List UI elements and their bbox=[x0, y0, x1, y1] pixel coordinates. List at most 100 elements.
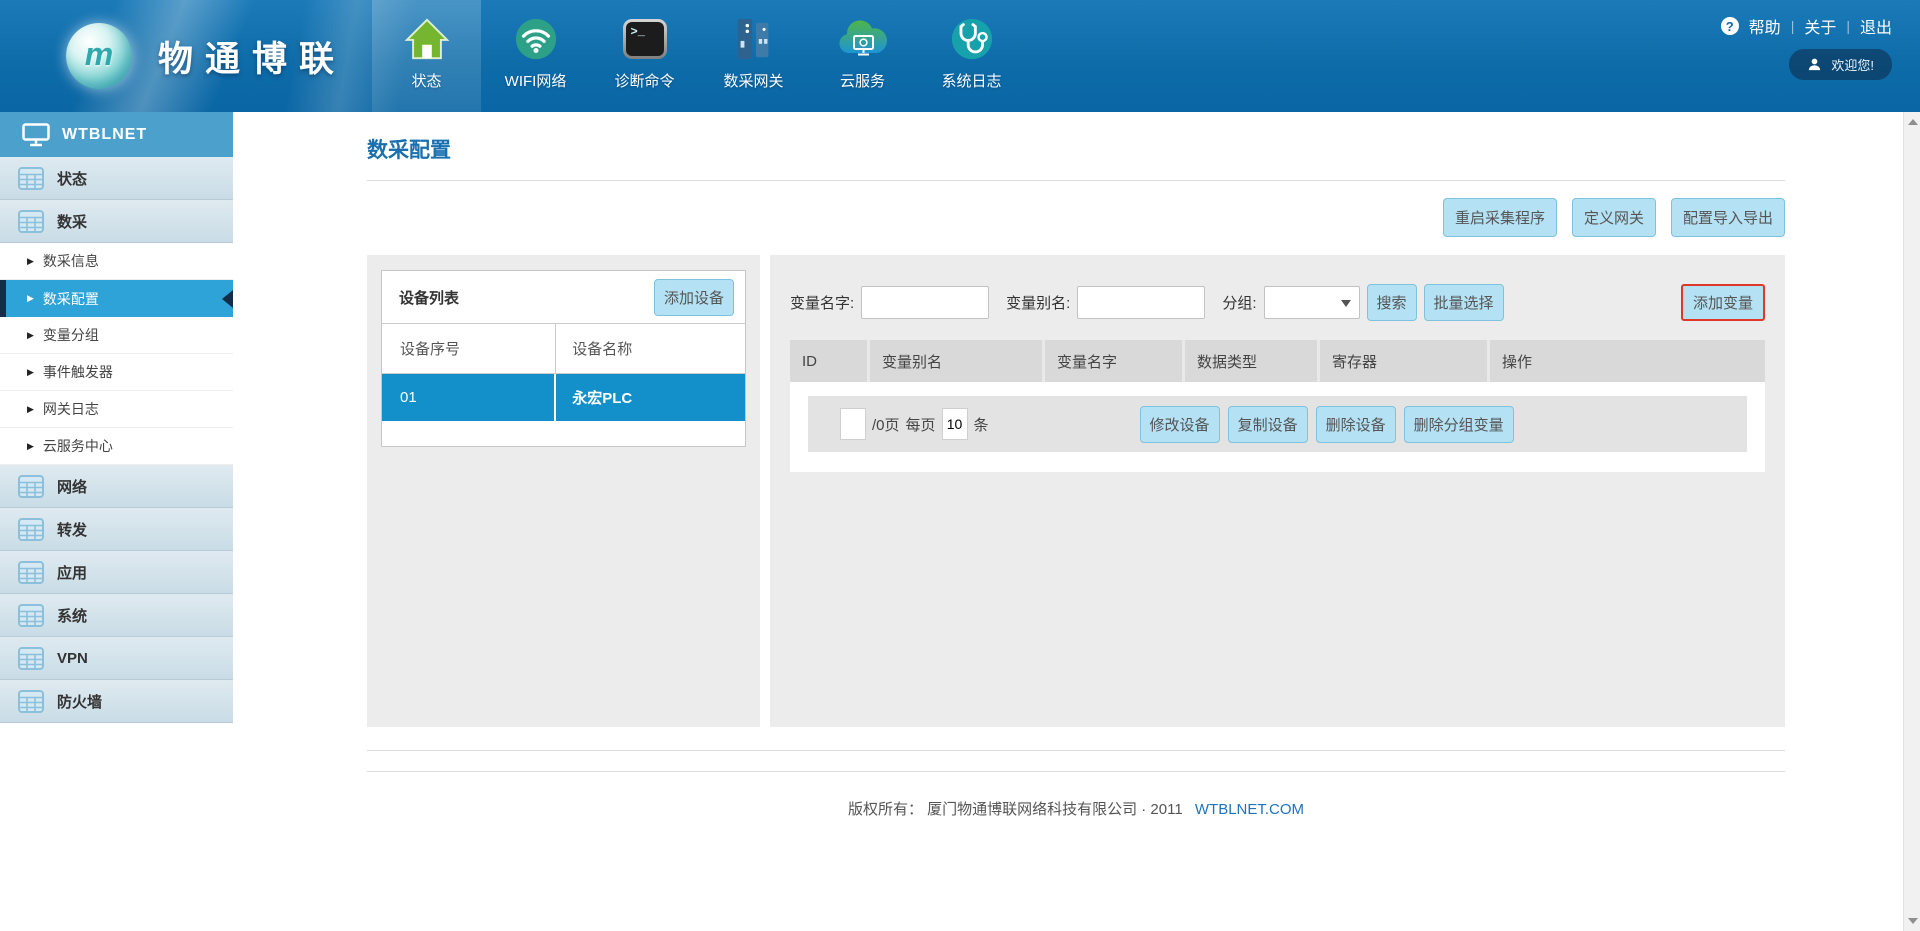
sidebar: WTBLNET 状态 数采 ▶ 数采信息 ▶ 数采配置 ▶ 变量分组 ▶ 事件触… bbox=[0, 112, 233, 931]
tab-label: 诊断命令 bbox=[614, 70, 674, 91]
restart-collector-button[interactable]: 重启采集程序 bbox=[1443, 198, 1557, 237]
sidebar-item-collection-config[interactable]: ▶ 数采配置 bbox=[0, 280, 233, 317]
batch-select-button[interactable]: 批量选择 bbox=[1424, 284, 1504, 321]
sidebar-item-firewall[interactable]: 防火墙 bbox=[0, 680, 233, 723]
sidebar-item-collection-info[interactable]: ▶ 数采信息 bbox=[0, 243, 233, 280]
sidebar-item-status[interactable]: 状态 bbox=[0, 157, 233, 200]
add-device-button[interactable]: 添加设备 bbox=[654, 279, 734, 316]
about-link[interactable]: 关于 bbox=[1804, 14, 1836, 38]
grid-icon bbox=[18, 518, 44, 541]
caret-right-icon: ▶ bbox=[27, 441, 34, 452]
tab-wifi-network[interactable]: WIFI网络 bbox=[481, 0, 590, 112]
tab-data-gateway[interactable]: 数采网关 bbox=[699, 0, 808, 112]
chevron-down-icon bbox=[1341, 300, 1351, 307]
sidebar-item-label: 应用 bbox=[57, 562, 87, 583]
title-divider bbox=[367, 180, 1785, 181]
cloud-monitor-icon bbox=[837, 10, 889, 68]
gateway-servers-icon bbox=[731, 10, 777, 68]
device-name-cell: 永宏PLC bbox=[556, 374, 745, 421]
device-no-cell: 01 bbox=[382, 374, 556, 421]
grid-icon bbox=[18, 604, 44, 627]
monitor-icon bbox=[22, 123, 50, 147]
sidebar-item-vpn[interactable]: VPN bbox=[0, 637, 233, 680]
col-actions: 操作 bbox=[1490, 340, 1765, 382]
delete-device-button[interactable]: 删除设备 bbox=[1316, 406, 1396, 443]
welcome-pill[interactable]: 欢迎您! bbox=[1789, 49, 1892, 80]
sidebar-item-label: VPN bbox=[57, 650, 88, 667]
variable-alias-label: 变量别名: bbox=[1006, 292, 1070, 313]
per-page-unit: 条 bbox=[974, 414, 989, 435]
device-no-column-header: 设备序号 bbox=[382, 324, 556, 373]
grid-icon bbox=[18, 167, 44, 190]
device-list-title: 设备列表 bbox=[399, 287, 459, 308]
tab-label: 云服务 bbox=[840, 70, 885, 91]
footer-divider bbox=[367, 750, 1785, 751]
sidebar-item-label: 转发 bbox=[57, 519, 87, 540]
variable-alias-input[interactable] bbox=[1077, 286, 1205, 319]
caret-right-icon: ▶ bbox=[27, 256, 34, 267]
sidebar-item-cloud-center[interactable]: ▶ 云服务中心 bbox=[0, 428, 233, 465]
variable-table-body: /0页 每页 条 修改设备 复制设备 删除设备 删除分组变量 bbox=[790, 382, 1765, 472]
group-select[interactable] bbox=[1264, 286, 1360, 319]
copy-device-button[interactable]: 复制设备 bbox=[1228, 406, 1308, 443]
top-nav: 状态 WIFI网络 >_ 诊断命令 bbox=[372, 0, 1026, 112]
globe-logo-icon: m bbox=[66, 23, 132, 89]
search-button[interactable]: 搜索 bbox=[1367, 284, 1417, 321]
grid-icon bbox=[18, 561, 44, 584]
per-page-label: 每页 bbox=[906, 414, 936, 435]
logout-link[interactable]: 退出 bbox=[1860, 14, 1892, 38]
sidebar-item-label: 云服务中心 bbox=[43, 436, 113, 456]
sidebar-item-forwarding[interactable]: 转发 bbox=[0, 508, 233, 551]
col-alias: 变量别名 bbox=[870, 340, 1045, 382]
sidebar-item-label: 状态 bbox=[57, 168, 87, 189]
stethoscope-icon bbox=[949, 10, 995, 68]
sidebar-item-gateway-log[interactable]: ▶ 网关日志 bbox=[0, 391, 233, 428]
sidebar-item-application[interactable]: 应用 bbox=[0, 551, 233, 594]
grid-icon bbox=[18, 647, 44, 670]
help-link[interactable]: 帮助 bbox=[1749, 14, 1781, 38]
tab-diagnostic-command[interactable]: >_ 诊断命令 bbox=[590, 0, 699, 112]
scroll-up-icon[interactable] bbox=[1908, 119, 1918, 125]
device-actions: 修改设备 复制设备 删除设备 删除分组变量 bbox=[1140, 406, 1514, 443]
delete-group-variable-button[interactable]: 删除分组变量 bbox=[1404, 406, 1514, 443]
sidebar-item-system[interactable]: 系统 bbox=[0, 594, 233, 637]
page-total-text: /0页 bbox=[872, 414, 900, 435]
device-table-row[interactable]: 01 永宏PLC bbox=[382, 374, 745, 421]
per-page-input[interactable] bbox=[942, 408, 968, 440]
add-variable-button[interactable]: 添加变量 bbox=[1681, 284, 1765, 321]
define-gateway-button[interactable]: 定义网关 bbox=[1572, 198, 1656, 237]
tab-status[interactable]: 状态 bbox=[372, 0, 481, 112]
config-import-export-button[interactable]: 配置导入导出 bbox=[1671, 198, 1785, 237]
tab-system-log[interactable]: 系统日志 bbox=[917, 0, 1026, 112]
device-list-panel: 设备列表 添加设备 设备序号 设备名称 01 永宏PLC bbox=[367, 255, 760, 727]
vertical-scrollbar[interactable] bbox=[1903, 112, 1920, 931]
caret-right-icon: ▶ bbox=[27, 367, 34, 378]
modify-device-button[interactable]: 修改设备 bbox=[1140, 406, 1220, 443]
caret-right-icon: ▶ bbox=[27, 330, 34, 341]
sidebar-item-data-collection[interactable]: 数采 bbox=[0, 200, 233, 243]
page-title: 数采配置 bbox=[367, 134, 1785, 164]
caret-right-icon: ▶ bbox=[27, 293, 34, 304]
wtblnet-link[interactable]: WTBLNET.COM bbox=[1195, 801, 1304, 818]
sidebar-item-event-trigger[interactable]: ▶ 事件触发器 bbox=[0, 354, 233, 391]
user-icon bbox=[1807, 57, 1822, 72]
page-number-input[interactable] bbox=[840, 408, 866, 440]
tab-cloud-service[interactable]: 云服务 bbox=[808, 0, 917, 112]
sidebar-item-variable-group[interactable]: ▶ 变量分组 bbox=[0, 317, 233, 354]
group-label: 分组: bbox=[1222, 292, 1256, 313]
tab-label: 数采网关 bbox=[723, 70, 783, 91]
grid-icon bbox=[18, 210, 44, 233]
sidebar-item-label: 网关日志 bbox=[43, 399, 99, 419]
scroll-down-icon[interactable] bbox=[1908, 918, 1918, 924]
tab-label: 状态 bbox=[411, 70, 441, 91]
page-toolbar: 重启采集程序 定义网关 配置导入导出 bbox=[367, 198, 1785, 237]
wifi-icon bbox=[513, 10, 559, 68]
variable-name-input[interactable] bbox=[861, 286, 989, 319]
brand-logo: m 物通博联 bbox=[0, 0, 372, 112]
sidebar-item-network[interactable]: 网络 bbox=[0, 465, 233, 508]
sidebar-item-label: 数采配置 bbox=[43, 289, 99, 309]
sidebar-item-label: 系统 bbox=[57, 605, 87, 626]
sidebar-item-label: 变量分组 bbox=[43, 325, 99, 345]
link-separator: | bbox=[1846, 18, 1850, 34]
home-icon bbox=[404, 10, 450, 68]
